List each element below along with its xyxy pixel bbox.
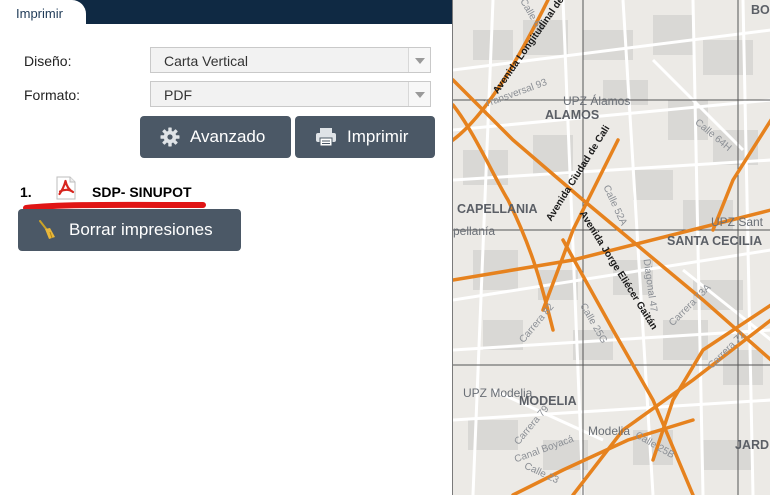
tab-print[interactable]: Imprimir [0, 0, 86, 24]
map-label-upz-sant: UPZ Sant [711, 215, 764, 229]
map-label-upz-alamos: UPZ Álamos [563, 94, 631, 108]
result-link[interactable]: SDP- SINUPOT [92, 184, 192, 200]
map-label-modelia-small: Modelia [588, 424, 631, 438]
chevron-down-icon[interactable] [408, 48, 430, 72]
map-label-jard: JARD [735, 438, 770, 452]
broom-icon [39, 220, 55, 239]
pdf-icon [56, 176, 76, 200]
advanced-button[interactable]: Avanzado [140, 116, 291, 158]
print-button[interactable]: Imprimir [295, 116, 435, 158]
map-label-capellania: CAPELLANIA [457, 202, 538, 216]
print-button-label: Imprimir [347, 127, 409, 146]
print-panel: Imprimir Diseño: Carta Vertical Formato:… [0, 0, 452, 495]
result-number: 1. [20, 184, 32, 200]
printer-icon [316, 128, 336, 147]
clear-prints-label: Borrar impresiones [69, 220, 213, 239]
map-label-alamos: ALAMOS [545, 108, 600, 122]
gear-icon [160, 127, 180, 147]
map-label-bo: BO [751, 3, 770, 17]
advanced-button-label: Avanzado [190, 127, 266, 146]
format-select[interactable]: PDF [150, 81, 431, 107]
map-label-capellania-partial: pellanía [453, 224, 496, 238]
layout-label: Diseño: [24, 53, 72, 69]
map-label-santa-cecilia: SANTA CECILIA [667, 234, 763, 248]
chevron-down-icon[interactable] [408, 82, 430, 106]
map-view[interactable]: BO Calle 63 Avenida Longitudinal de Tran… [452, 0, 770, 495]
clear-prints-button[interactable]: Borrar impresiones [18, 209, 241, 251]
layout-select-value: Carta Vertical [164, 53, 249, 69]
tab-bar: Imprimir [0, 0, 452, 24]
layout-select[interactable]: Carta Vertical [150, 47, 431, 73]
format-select-value: PDF [164, 87, 192, 103]
format-label: Formato: [24, 87, 81, 103]
map-label-modelia: MODELIA [519, 394, 577, 408]
